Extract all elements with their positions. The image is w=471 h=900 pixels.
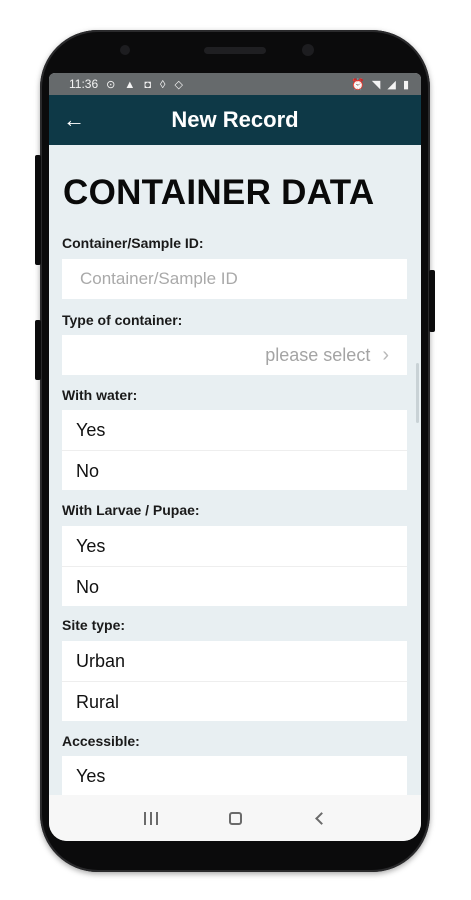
with-water-options: Yes No [62,410,407,490]
larvae-pupae-label: With Larvae / Pupae: [62,502,200,518]
accessible-options: Yes [62,756,407,795]
scrollbar[interactable] [416,363,419,423]
larvae-pupae-yes-option[interactable]: Yes [62,526,407,566]
larvae-pupae-no-option[interactable]: No [62,566,407,606]
system-icons: ⏰ ◥ ◢ ▮ [351,78,411,91]
form-content: CONTAINER DATA Container/Sample ID: Type… [49,145,421,795]
earpiece-speaker [204,47,266,54]
status-time: 11:36 [69,77,99,91]
back-nav-icon[interactable] [306,807,332,829]
power-button [429,270,435,332]
accessible-label: Accessible: [62,733,140,749]
recents-icon[interactable] [138,807,164,829]
page-title: New Record [171,107,299,132]
side-button-left-2 [35,320,41,380]
app-bar: New Record ← [49,95,421,145]
section-heading: CONTAINER DATA [63,173,375,212]
site-type-label: Site type: [62,617,126,633]
site-type-options: Urban Rural [62,641,407,721]
arrow-left-icon[interactable]: ← [61,107,87,133]
with-water-yes-option[interactable]: Yes [62,410,407,450]
notification-icons: ⊙ ▲ ◘ ◊ ◇ [106,78,187,91]
side-button-left [35,155,41,265]
accessible-yes-option[interactable]: Yes [62,756,407,795]
site-type-rural-option[interactable]: Rural [62,681,407,721]
with-water-label: With water: [62,387,138,403]
screen: 11:36 ⊙ ▲ ◘ ◊ ◇ ⏰ ◥ ◢ ▮ New Record ← CON… [49,73,421,841]
container-type-placeholder: please select [265,344,371,365]
system-nav-bar [49,795,421,841]
chevron-right-icon: › [382,343,389,366]
container-type-label: Type of container: [62,312,183,328]
front-camera [302,44,314,56]
sample-id-label: Container/Sample ID: [62,235,204,251]
sensor [120,45,130,55]
status-bar: 11:36 ⊙ ▲ ◘ ◊ ◇ ⏰ ◥ ◢ ▮ [49,73,421,95]
home-icon[interactable] [222,807,248,829]
sample-id-input[interactable] [62,259,407,299]
site-type-urban-option[interactable]: Urban [62,641,407,681]
larvae-pupae-options: Yes No [62,526,407,606]
with-water-no-option[interactable]: No [62,450,407,490]
container-type-select[interactable]: please select › [62,335,407,375]
